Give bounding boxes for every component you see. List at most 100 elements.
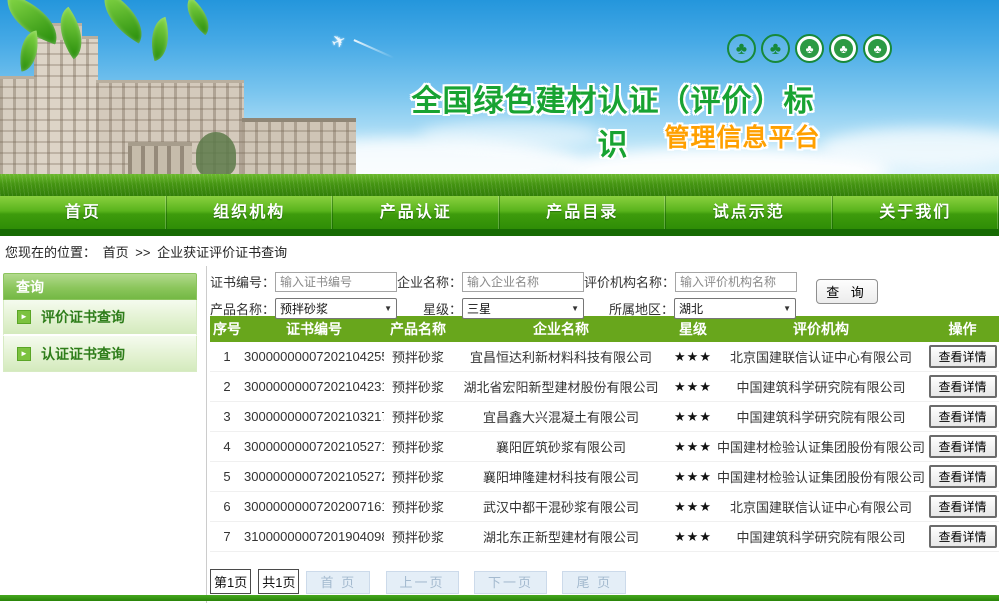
cell-product: 预拌砂浆 [384, 407, 452, 426]
page: ✈ ♣ ♣ ♣ ♣ ♣ 全国绿色建材认证（评价）标识 管理信息平台 首页 组织机… [0, 0, 999, 603]
cell-index: 6 [210, 499, 244, 514]
nav-item[interactable]: 首页 [0, 196, 167, 229]
company-name-input[interactable] [462, 272, 584, 292]
leaf-icon [178, 0, 218, 35]
table-row: 2 300000000072021042312 预拌砂浆 湖北省宏阳新型建材股份… [210, 372, 999, 402]
cell-index: 7 [210, 529, 244, 544]
header-product: 产品名称 [384, 319, 452, 339]
certification-logos: ♣ ♣ ♣ ♣ ♣ [727, 34, 892, 63]
view-detail-button[interactable]: 查看详情 [929, 375, 997, 398]
region-select-value: 湖北 [679, 300, 703, 317]
view-detail-button[interactable]: 查看详情 [929, 465, 997, 488]
pagination-button-disabled: 上一页 [386, 571, 459, 594]
chevron-down-icon: ▼ [571, 304, 579, 313]
table-row: 3 300000000072021032179 预拌砂浆 宜昌鑫大兴混凝土有限公… [210, 402, 999, 432]
pagination: 第1页 共1页 首 页 上一页 下一页 尾 页 [210, 569, 999, 594]
nav-item[interactable]: 产品目录 [500, 196, 667, 229]
cell-agency: 中国建材检验认证集团股份有限公司 [716, 467, 926, 486]
sidebar-item-label: 评价证书查询 [41, 307, 125, 327]
tree-decoration [196, 132, 236, 176]
cell-agency: 中国建筑科学研究院有限公司 [716, 407, 926, 426]
current-page-indicator: 第1页 [210, 569, 251, 594]
banner: ✈ ♣ ♣ ♣ ♣ ♣ 全国绿色建材认证（评价）标识 管理信息平台 [0, 0, 999, 196]
header-cert-no: 证书编号 [244, 319, 384, 339]
cell-product: 预拌砂浆 [384, 497, 452, 516]
cell-agency: 中国建材检验认证集团股份有限公司 [716, 437, 926, 456]
agency-name-input[interactable] [675, 272, 797, 292]
cell-stars: ★★★ [670, 469, 716, 485]
sidebar-item[interactable]: ► 认证证书查询 [3, 336, 197, 372]
header-index: 序号 [210, 319, 244, 339]
arrow-right-icon: ► [17, 347, 31, 361]
breadcrumb-home-link[interactable]: 首页 [103, 245, 129, 260]
table-row: 1 300000000072021042552 预拌砂浆 宜昌恒达利新材料科技有… [210, 342, 999, 372]
view-detail-button[interactable]: 查看详情 [929, 525, 997, 548]
building-entrance [128, 142, 192, 176]
cell-cert-no: 300000000072021042552 [244, 349, 384, 364]
nav-bar: 首页 组织机构 产品认证 产品目录 试点示范 关于我们 [0, 196, 999, 229]
cell-company: 湖北东正新型建材有限公司 [452, 527, 670, 546]
product-select-value: 预拌砂浆 [280, 300, 328, 317]
results-table: 序号 证书编号 产品名称 企业名称 星级 评价机构 操作 1 300000000… [210, 316, 999, 552]
cert-no-input[interactable] [275, 272, 397, 292]
star-level-select[interactable]: 三星 ▼ [462, 298, 584, 319]
agency-name-label: 评价机构名称： [584, 272, 675, 291]
breadcrumb-separator: >> [135, 245, 150, 260]
banner-subtitle: 管理信息平台 [655, 118, 830, 154]
cell-index: 4 [210, 439, 244, 454]
product-name-label: 产品名称： [210, 299, 275, 318]
cell-agency: 北京国建联信认证中心有限公司 [716, 347, 926, 366]
cell-agency: 北京国建联信认证中心有限公司 [716, 497, 926, 516]
content-panel: 证书编号： 企业名称： 评价机构名称： 产品名称： [206, 266, 999, 603]
view-detail-button[interactable]: 查看详情 [929, 405, 997, 428]
table-row: 6 300000000072020071616 预拌砂浆 武汉中都干混砂浆有限公… [210, 492, 999, 522]
table-row: 5 300000000072021052720 预拌砂浆 襄阳坤隆建材科技有限公… [210, 462, 999, 492]
cell-company: 武汉中都干混砂浆有限公司 [452, 497, 670, 516]
cell-product: 预拌砂浆 [384, 377, 452, 396]
cell-index: 1 [210, 349, 244, 364]
cell-cert-no: 300000000072021042312 [244, 379, 384, 394]
chevron-down-icon: ▼ [384, 304, 392, 313]
cell-index: 2 [210, 379, 244, 394]
green-badge-icon: ♣ [795, 34, 824, 63]
nav-item[interactable]: 试点示范 [666, 196, 833, 229]
green-badge-icon: ♣ [863, 34, 892, 63]
cell-product: 预拌砂浆 [384, 527, 452, 546]
sidebar-item[interactable]: ► 评价证书查询 [3, 300, 197, 336]
cell-product: 预拌砂浆 [384, 467, 452, 486]
pagination-buttons: 首 页 上一页 下一页 尾 页 [306, 572, 637, 592]
header-company: 企业名称 [452, 319, 670, 339]
green-tree-outline-icon: ♣ [761, 34, 790, 63]
grass-decoration [0, 174, 999, 196]
cell-product: 预拌砂浆 [384, 347, 452, 366]
nav-item[interactable]: 组织机构 [167, 196, 334, 229]
pagination-button-disabled: 尾 页 [562, 571, 626, 594]
view-detail-button[interactable]: 查看详情 [929, 435, 997, 458]
view-detail-button[interactable]: 查看详情 [929, 345, 997, 368]
product-select[interactable]: 预拌砂浆 ▼ [275, 298, 397, 319]
star-level-select-value: 三星 [467, 300, 491, 317]
header-action: 操作 [926, 319, 999, 339]
region-label: 所属地区： [584, 299, 674, 318]
cell-stars: ★★★ [670, 499, 716, 515]
main-area: 查询 ► 评价证书查询 ► 认证证书查询 [0, 266, 999, 598]
cell-stars: ★★★ [670, 409, 716, 425]
footer-bar [0, 595, 999, 601]
nav-item[interactable]: 产品认证 [333, 196, 500, 229]
view-detail-button[interactable]: 查看详情 [929, 495, 997, 518]
breadcrumb: 您现在的位置： 首页 >> 企业获证评价证书查询 [0, 236, 999, 266]
table-row: 4 300000000072021052719 预拌砂浆 襄阳匠筑砂浆有限公司 … [210, 432, 999, 462]
cell-stars: ★★★ [670, 349, 716, 365]
cell-company: 宜昌恒达利新材料科技有限公司 [452, 347, 670, 366]
cell-product: 预拌砂浆 [384, 437, 452, 456]
cell-stars: ★★★ [670, 379, 716, 395]
cell-company: 湖北省宏阳新型建材股份有限公司 [452, 377, 670, 396]
nav-divider-strip [0, 229, 999, 236]
search-button[interactable]: 查 询 [816, 279, 878, 304]
search-form: 证书编号： 企业名称： 评价机构名称： 产品名称： [210, 266, 999, 316]
cell-cert-no: 310000000072019040989 [244, 529, 384, 544]
cell-cert-no: 300000000072021052719 [244, 439, 384, 454]
region-select[interactable]: 湖北 ▼ [674, 298, 796, 319]
nav-item[interactable]: 关于我们 [833, 196, 999, 229]
table-body: 1 300000000072021042552 预拌砂浆 宜昌恒达利新材料科技有… [210, 342, 999, 552]
